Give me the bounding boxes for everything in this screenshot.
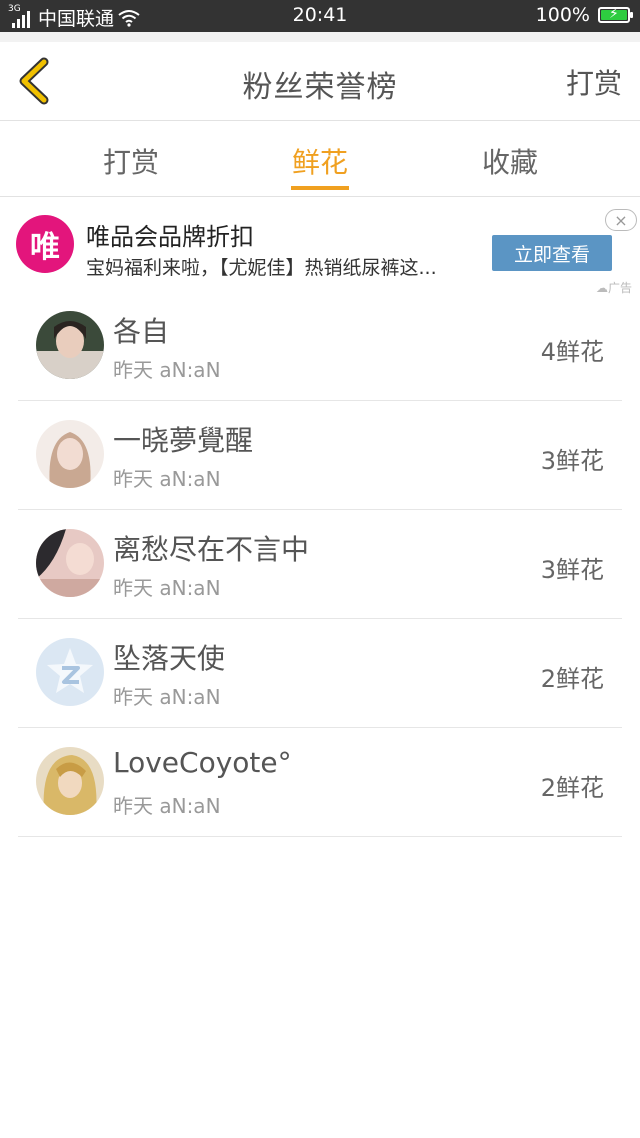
ad-close-button[interactable]: × <box>605 209 637 231</box>
flower-count: 3鲜花 <box>540 447 604 475</box>
fan-name: 坠落天使 <box>113 642 226 675</box>
tab-flowers[interactable]: 鲜花 <box>292 141 348 181</box>
fan-list: 各自 昨天 aN:aN 4鲜花 一晓夢覺醒 昨天 aN:aN 3鲜花 离愁尽在不… <box>18 292 622 837</box>
active-tab-indicator <box>291 186 349 190</box>
fan-time: 昨天 aN:aN <box>113 358 221 382</box>
charging-icon: ⚡ <box>609 6 619 22</box>
fan-time: 昨天 aN:aN <box>113 576 221 600</box>
flower-count: 2鲜花 <box>540 665 604 693</box>
ad-title: 唯品会品牌折扣 <box>86 223 254 251</box>
fan-time: 昨天 aN:aN <box>113 794 221 818</box>
fan-time: 昨天 aN:aN <box>113 467 221 491</box>
user-photo-icon <box>36 529 104 597</box>
status-bar: 3G 中国联通 20:41 100% ⚡ <box>0 0 640 32</box>
flower-count: 2鲜花 <box>540 774 604 802</box>
list-item[interactable]: 离愁尽在不言中 昨天 aN:aN 3鲜花 <box>18 510 622 619</box>
list-item[interactable]: 一晓夢覺醒 昨天 aN:aN 3鲜花 <box>18 401 622 510</box>
avatar <box>36 420 104 488</box>
header-gap <box>0 32 640 42</box>
fan-name: 一晓夢覺醒 <box>113 424 254 457</box>
flower-count: 3鲜花 <box>540 556 604 584</box>
fan-name: LoveCoyote° <box>113 746 292 779</box>
fan-name: 离愁尽在不言中 <box>113 533 310 566</box>
list-item[interactable]: 各自 昨天 aN:aN 4鲜花 <box>18 292 622 401</box>
ad-description: 宝妈福利来啦，【尤妮佳】热销纸尿裤这... <box>86 257 437 279</box>
fan-time: 昨天 aN:aN <box>113 685 221 709</box>
status-right: 100% ⚡ <box>535 4 633 26</box>
user-photo-icon <box>36 311 104 379</box>
user-photo-icon <box>36 747 104 815</box>
ad-view-button[interactable]: 立即查看 <box>492 235 612 271</box>
qq-default-avatar-icon <box>36 638 104 706</box>
app-header: 粉丝荣誉榜 打赏 <box>0 42 640 121</box>
avatar <box>36 311 104 379</box>
ad-logo: 唯 <box>16 215 74 273</box>
user-photo-icon <box>36 420 104 488</box>
fan-name: 各自 <box>113 315 170 348</box>
battery-icon: ⚡ <box>598 6 633 23</box>
page-title: 粉丝荣誉榜 <box>242 70 398 105</box>
avatar <box>36 529 104 597</box>
tab-reward[interactable]: 打赏 <box>103 141 159 181</box>
avatar <box>36 638 104 706</box>
tab-favorites[interactable]: 收藏 <box>482 141 538 181</box>
list-item[interactable]: 坠落天使 昨天 aN:aN 2鲜花 <box>18 619 622 728</box>
ad-banner[interactable]: 唯 唯品会品牌折扣 宝妈福利来啦，【尤妮佳】热销纸尿裤这... 立即查看 × ☁… <box>0 197 640 297</box>
battery-percent: 100% <box>535 4 590 26</box>
flower-count: 4鲜花 <box>540 338 604 366</box>
list-item[interactable]: LoveCoyote° 昨天 aN:aN 2鲜花 <box>18 728 622 837</box>
reward-button[interactable]: 打赏 <box>566 62 622 102</box>
avatar <box>36 747 104 815</box>
